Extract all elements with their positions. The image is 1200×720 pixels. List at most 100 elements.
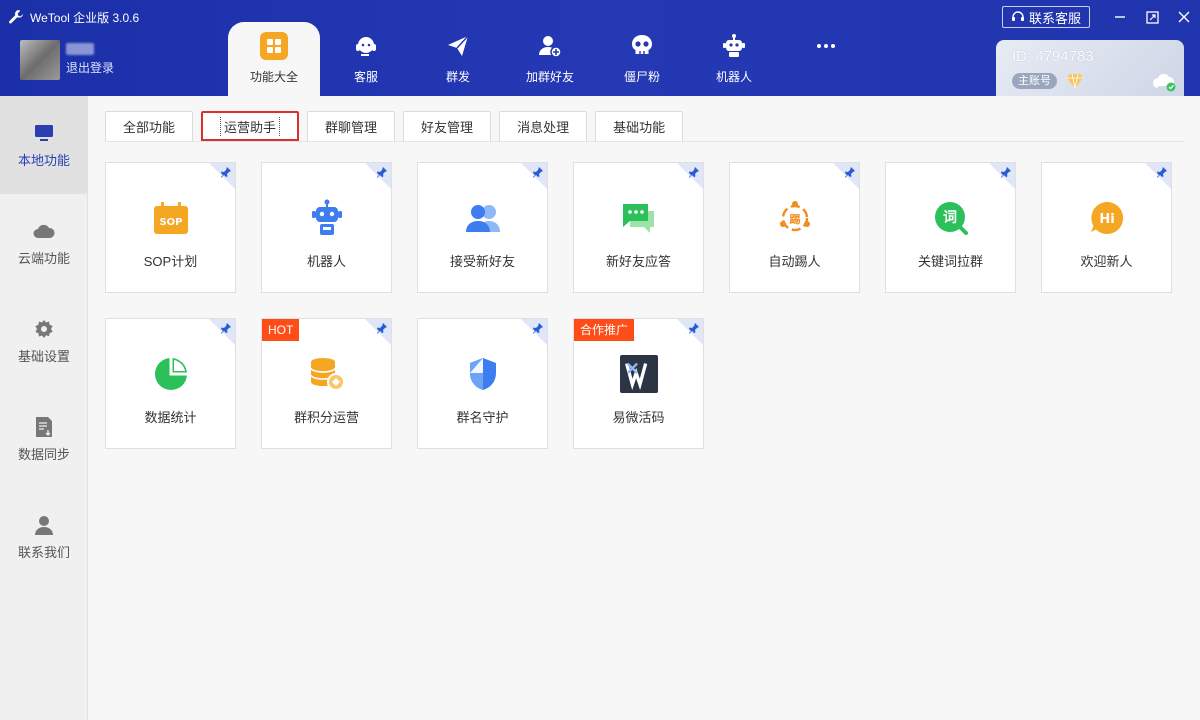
pin-icon[interactable] [532, 322, 544, 334]
sync-icon [33, 416, 55, 438]
app-title: WeTool 企业版 3.0.6 [30, 10, 140, 25]
tab-all-features[interactable]: 全部功能 [105, 111, 194, 141]
cloud-sync-icon [1153, 73, 1176, 92]
card-label: 接受新好友 [449, 254, 515, 269]
sidebar-item-label: 云端功能 [17, 250, 70, 266]
maximize-button[interactable] [1136, 6, 1168, 28]
maximize-icon [1145, 10, 1159, 24]
card-group-name-guard[interactable]: 群名守护 [417, 318, 548, 449]
tab-label: 全部功能 [123, 120, 176, 135]
pin-icon[interactable] [376, 166, 388, 178]
card-new-friend-reply[interactable]: 新好友应答 [573, 162, 704, 293]
card-data-stats[interactable]: 数据统计 [105, 318, 236, 449]
card-label: 欢迎新人 [1080, 254, 1133, 269]
nav-label: 僵尸粉 [623, 70, 660, 84]
ew-logo-icon [620, 355, 658, 393]
partner-badge: 合作推广 [574, 319, 635, 341]
headset-small-icon [1011, 11, 1024, 21]
main-content: 全部功能 运营助手 群聊管理 好友管理 消息处理 基础功能 SOP SOP计划 … [89, 96, 1200, 720]
nav-label: 加群好友 [525, 70, 574, 84]
pin-icon[interactable] [688, 322, 700, 334]
nav-more[interactable] [780, 22, 872, 96]
svg-text:词: 词 [943, 210, 957, 226]
minimize-button[interactable] [1104, 6, 1136, 28]
card-keyword-group[interactable]: 词 关键词拉群 [885, 162, 1016, 293]
card-label: 群名守护 [456, 410, 509, 425]
add-user-icon [536, 32, 564, 60]
user-area: 退出登录 [20, 40, 114, 80]
pin-icon[interactable] [1000, 166, 1012, 178]
nav-broadcast[interactable]: 群发 [412, 22, 504, 96]
card-label: 群积分运营 [293, 410, 359, 425]
monitor-icon [33, 122, 55, 144]
nav-label: 客服 [353, 70, 378, 84]
close-button[interactable] [1168, 6, 1200, 28]
card-label: SOP计划 [143, 254, 198, 269]
card-group-points[interactable]: HOT 群积分运营 [261, 318, 392, 449]
tab-group-chat[interactable]: 群聊管理 [307, 111, 396, 141]
wrench-icon [9, 10, 23, 24]
pin-icon[interactable] [220, 166, 232, 178]
pin-icon[interactable] [532, 166, 544, 178]
nav-robot[interactable]: 机器人 [688, 22, 780, 96]
sidebar-item-cloud[interactable]: 云端功能 [0, 194, 88, 292]
tab-operation-assistant[interactable]: 运营助手 [201, 111, 300, 141]
pin-icon[interactable] [376, 322, 388, 334]
account-card[interactable]: ID: 4794783 主账号 [996, 40, 1184, 96]
sidebar-item-sync[interactable]: 数据同步 [0, 390, 88, 488]
person-icon [33, 514, 55, 536]
nav-label: 功能大全 [249, 70, 298, 84]
card-label: 易微活码 [612, 410, 665, 425]
nav-service[interactable]: 客服 [320, 22, 412, 96]
tab-label: 运营助手 [220, 116, 281, 136]
pin-icon[interactable] [1156, 166, 1168, 178]
card-robot[interactable]: 机器人 [261, 162, 392, 293]
headset-icon [352, 32, 380, 60]
tab-messages[interactable]: 消息处理 [499, 111, 588, 141]
grid-icon [260, 32, 288, 60]
tab-label: 群聊管理 [325, 120, 378, 135]
account-tag: 主账号 [1012, 73, 1057, 89]
coins-icon [308, 355, 346, 393]
welcome-icon: Hi [1088, 199, 1126, 237]
pin-icon[interactable] [220, 322, 232, 334]
kick-icon: 踢 [776, 199, 814, 237]
sidebar-item-settings[interactable]: 基础设置 [0, 292, 88, 390]
nav-all-features[interactable]: 功能大全 [228, 22, 320, 96]
tab-bar: 全部功能 运营助手 群聊管理 好友管理 消息处理 基础功能 [105, 111, 691, 141]
card-label: 新好友应答 [605, 254, 671, 269]
pin-icon[interactable] [688, 166, 700, 178]
card-yiwei-live-code[interactable]: 合作推广 易微活码 [573, 318, 704, 449]
header: WeTool 企业版 3.0.6 退出登录 功能大全 客服 群发 加群好友 僵尸… [0, 0, 1200, 96]
contact-service-button[interactable]: 联系客服 [1001, 6, 1090, 28]
tab-friends[interactable]: 好友管理 [403, 111, 492, 141]
sidebar-item-contact[interactable]: 联系我们 [0, 488, 88, 586]
tab-basic[interactable]: 基础功能 [595, 111, 684, 141]
gear-icon [33, 318, 55, 340]
nav-add-friends[interactable]: 加群好友 [504, 22, 596, 96]
nav-label: 群发 [445, 70, 470, 84]
card-sop-plan[interactable]: SOP SOP计划 [105, 162, 236, 293]
card-accept-new-friends[interactable]: 接受新好友 [417, 162, 548, 293]
user-name-blurred [66, 43, 94, 55]
robot-icon [720, 32, 748, 60]
robot-icon [308, 199, 346, 237]
card-label: 机器人 [306, 254, 346, 269]
avatar[interactable] [20, 40, 60, 80]
sidebar-item-local[interactable]: 本地功能 [0, 96, 88, 194]
card-welcome-newcomer[interactable]: Hi 欢迎新人 [1041, 162, 1172, 293]
cloud-icon [33, 220, 55, 242]
card-auto-kick[interactable]: 踢 自动踢人 [729, 162, 860, 293]
pie-chart-icon [152, 355, 190, 393]
card-label: 自动踢人 [768, 254, 821, 269]
pin-icon[interactable] [844, 166, 856, 178]
tab-divider [105, 141, 1185, 142]
card-label: 关键词拉群 [917, 254, 983, 269]
close-icon [1178, 11, 1190, 23]
hot-badge: HOT [262, 319, 300, 341]
minimize-icon [1115, 16, 1125, 18]
logout-link[interactable]: 退出登录 [66, 59, 114, 77]
nav-zombie-fans[interactable]: 僵尸粉 [596, 22, 688, 96]
users-icon [464, 199, 502, 237]
sidebar-item-label: 基础设置 [17, 348, 70, 364]
